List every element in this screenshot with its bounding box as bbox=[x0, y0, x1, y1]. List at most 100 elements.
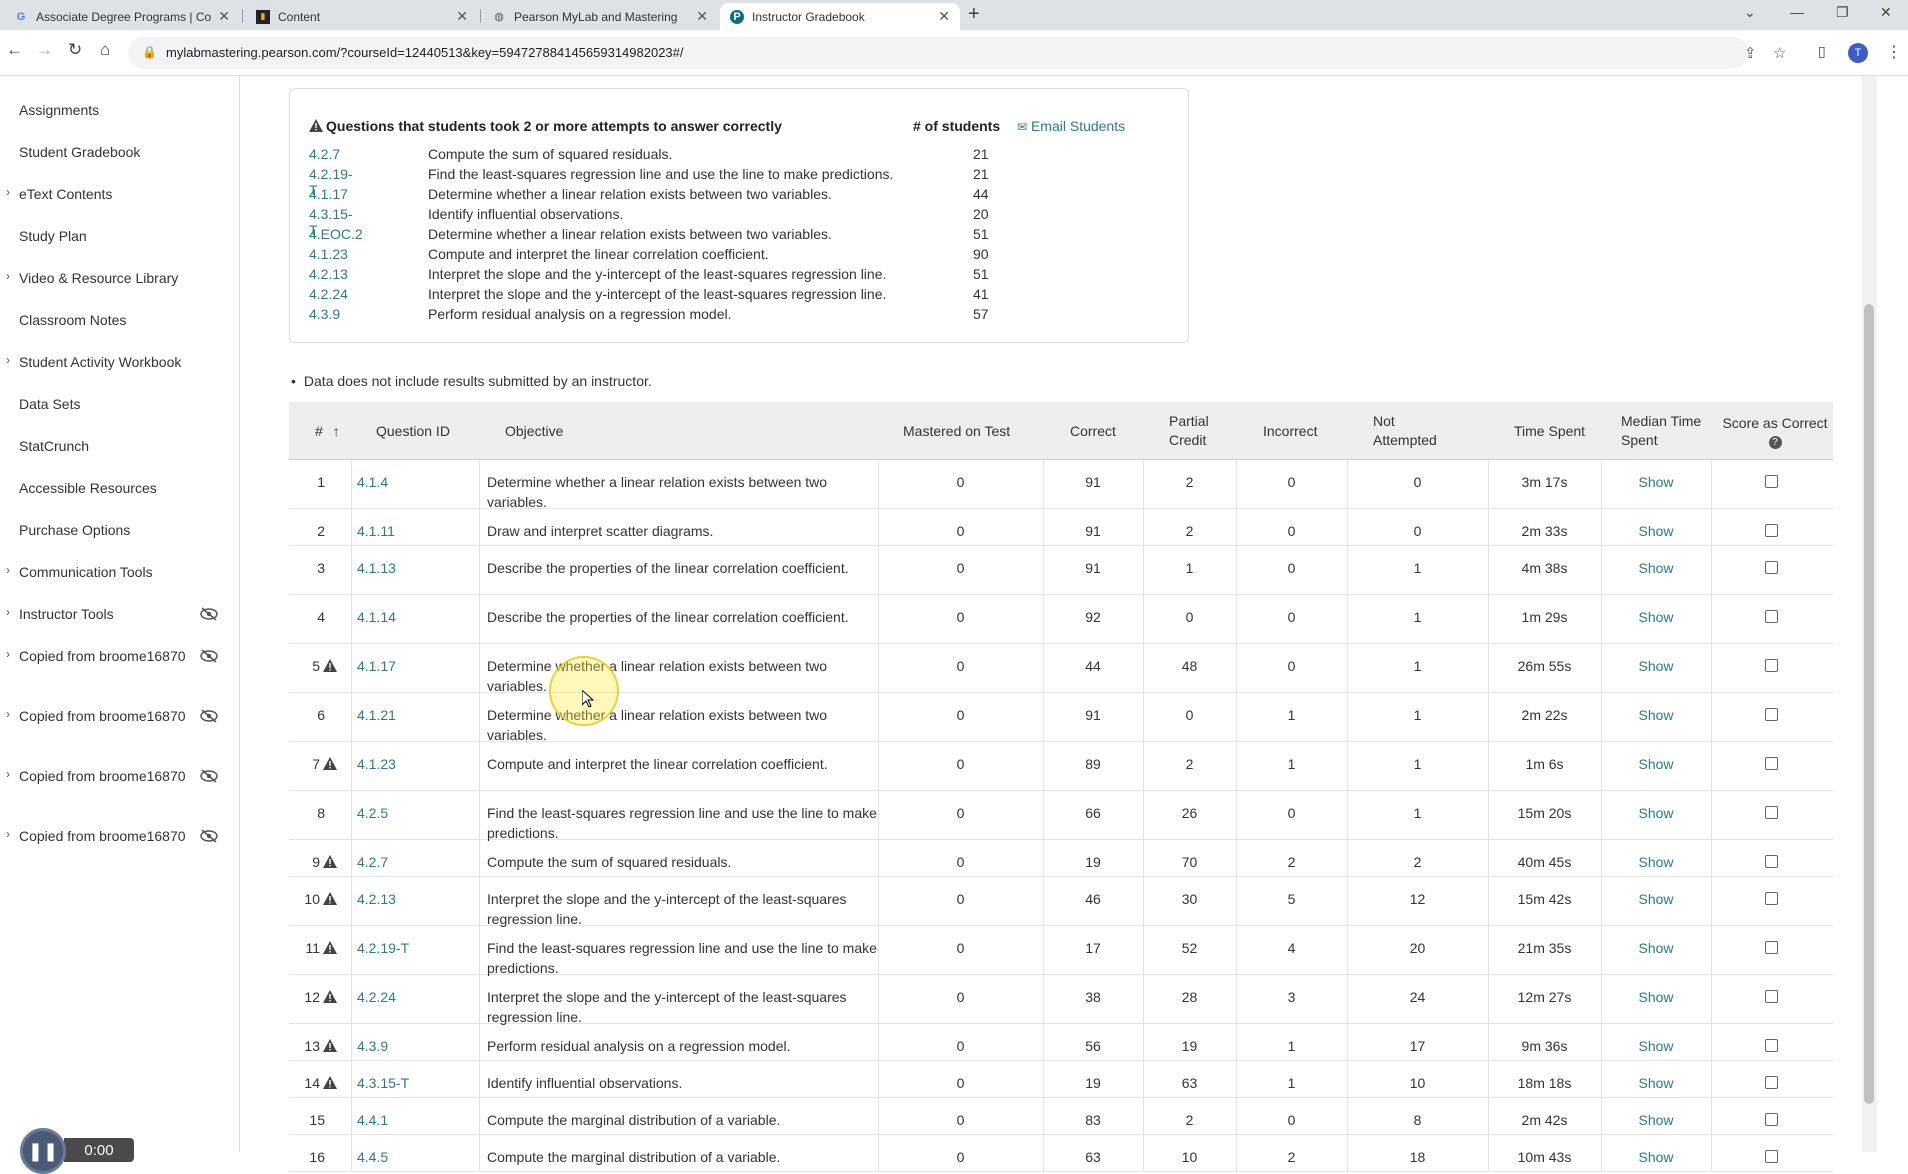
score-as-correct-checkbox[interactable] bbox=[1765, 1039, 1778, 1052]
question-id-link[interactable]: 4.1.13 bbox=[357, 558, 396, 578]
eye-slash-icon[interactable] bbox=[200, 649, 218, 663]
question-id-link[interactable]: 4.1.14 bbox=[357, 607, 396, 627]
eye-slash-icon[interactable] bbox=[200, 709, 218, 723]
address-bar[interactable]: 🔒 mylabmastering.pearson.com/?courseId=1… bbox=[128, 37, 1786, 69]
show-median-link[interactable]: Show bbox=[1601, 754, 1711, 774]
reload-icon[interactable]: ↻ bbox=[68, 40, 82, 60]
question-id-link[interactable]: 4.4.1 bbox=[357, 1110, 388, 1130]
score-as-correct-checkbox[interactable] bbox=[1765, 561, 1778, 574]
score-as-correct-checkbox[interactable] bbox=[1765, 475, 1778, 488]
new-tab-icon[interactable]: + bbox=[968, 3, 980, 26]
chevron-right-icon[interactable]: › bbox=[6, 185, 10, 199]
summary-question-link[interactable]: 4.2.13 bbox=[309, 266, 348, 282]
more-menu-icon[interactable]: ⋮ bbox=[1886, 42, 1902, 62]
question-id-link[interactable]: 4.1.21 bbox=[357, 705, 396, 725]
side-panel-icon[interactable]: ▯ bbox=[1818, 43, 1826, 60]
chevron-right-icon[interactable]: › bbox=[6, 767, 10, 781]
show-median-link[interactable]: Show bbox=[1601, 889, 1711, 909]
score-as-correct-checkbox[interactable] bbox=[1765, 524, 1778, 537]
browser-tab-gradebook[interactable]: P Instructor Gradebook ✕ bbox=[720, 3, 960, 30]
show-median-link[interactable]: Show bbox=[1601, 852, 1711, 872]
score-as-correct-checkbox[interactable] bbox=[1765, 659, 1778, 672]
forward-icon[interactable]: → bbox=[36, 40, 53, 60]
question-id-link[interactable]: 4.2.24 bbox=[357, 987, 396, 1007]
email-students-link[interactable]: ✉ Email Students bbox=[1017, 118, 1125, 134]
show-median-link[interactable]: Show bbox=[1601, 1036, 1711, 1056]
show-median-link[interactable]: Show bbox=[1601, 1110, 1711, 1130]
lock-icon: 🔒 bbox=[142, 45, 157, 59]
question-id-link[interactable]: 4.2.7 bbox=[357, 852, 388, 872]
help-icon[interactable]: ? bbox=[1768, 435, 1782, 449]
browser-tab-associate[interactable]: G Associate Degree Programs | Co ✕ bbox=[4, 3, 240, 30]
scrollbar-thumb[interactable] bbox=[1864, 304, 1874, 1104]
show-median-link[interactable]: Show bbox=[1601, 938, 1711, 958]
score-as-correct-checkbox[interactable] bbox=[1765, 941, 1778, 954]
show-median-link[interactable]: Show bbox=[1601, 472, 1711, 492]
chevron-right-icon[interactable]: › bbox=[6, 827, 10, 841]
col-number[interactable]: # ↑ bbox=[315, 402, 340, 460]
chevron-right-icon[interactable]: › bbox=[6, 269, 10, 283]
close-icon[interactable]: ✕ bbox=[218, 8, 230, 25]
show-median-link[interactable]: Show bbox=[1601, 1147, 1711, 1167]
eye-slash-icon[interactable] bbox=[200, 829, 218, 843]
eye-slash-icon[interactable] bbox=[200, 769, 218, 783]
question-id-link[interactable]: 4.2.19-T bbox=[357, 938, 409, 958]
star-icon[interactable]: ☆ bbox=[1773, 44, 1786, 62]
close-icon[interactable]: ✕ bbox=[696, 8, 708, 25]
close-window-icon[interactable]: ✕ bbox=[1880, 4, 1892, 21]
chevron-right-icon[interactable]: › bbox=[6, 707, 10, 721]
sort-ascending-icon[interactable]: ↑ bbox=[333, 422, 340, 441]
question-id-link[interactable]: 4.3.15-T bbox=[357, 1073, 409, 1093]
page-scrollbar[interactable] bbox=[1862, 76, 1877, 1152]
browser-tab-pearson[interactable]: ◍ Pearson MyLab and Mastering ✕ bbox=[482, 3, 718, 30]
share-icon[interactable]: ⇪ bbox=[1744, 44, 1757, 62]
score-as-correct-checkbox[interactable] bbox=[1765, 610, 1778, 623]
sidebar-item-label: Data Sets bbox=[19, 396, 81, 412]
chevron-down-icon[interactable]: ⌄ bbox=[1744, 4, 1756, 21]
question-id-link[interactable]: 4.1.23 bbox=[357, 754, 396, 774]
summary-question-link[interactable]: 4.2.24 bbox=[309, 286, 348, 302]
restore-icon[interactable]: ❐ bbox=[1836, 4, 1849, 21]
avatar[interactable]: T bbox=[1848, 43, 1868, 63]
score-as-correct-checkbox[interactable] bbox=[1765, 806, 1778, 819]
score-as-correct-checkbox[interactable] bbox=[1765, 855, 1778, 868]
question-id-link[interactable]: 4.4.5 bbox=[357, 1147, 388, 1167]
question-id-link[interactable]: 4.2.5 bbox=[357, 803, 388, 823]
show-median-link[interactable]: Show bbox=[1601, 558, 1711, 578]
score-as-correct-checkbox[interactable] bbox=[1765, 990, 1778, 1003]
home-icon[interactable]: ⌂ bbox=[100, 40, 110, 60]
question-id-link[interactable]: 4.1.4 bbox=[357, 472, 388, 492]
back-icon[interactable]: ← bbox=[6, 40, 23, 60]
question-id-link[interactable]: 4.2.13 bbox=[357, 889, 396, 909]
show-median-link[interactable]: Show bbox=[1601, 1073, 1711, 1093]
minimize-icon[interactable]: — bbox=[1790, 4, 1804, 20]
close-icon[interactable]: ✕ bbox=[456, 8, 468, 25]
score-as-correct-checkbox[interactable] bbox=[1765, 757, 1778, 770]
browser-tab-content[interactable]: ▮ Content ✕ bbox=[246, 3, 478, 30]
chevron-right-icon[interactable]: › bbox=[6, 563, 10, 577]
score-as-correct-checkbox[interactable] bbox=[1765, 1076, 1778, 1089]
show-median-link[interactable]: Show bbox=[1601, 987, 1711, 1007]
chevron-right-icon[interactable]: › bbox=[6, 353, 10, 367]
chevron-right-icon[interactable]: › bbox=[6, 605, 10, 619]
summary-question-link[interactable]: 4.2.7 bbox=[309, 146, 340, 162]
summary-question-link[interactable]: 4.1.17 bbox=[309, 186, 348, 202]
summary-question-link[interactable]: 4.EOC.2 bbox=[309, 226, 363, 242]
question-id-link[interactable]: 4.1.17 bbox=[357, 656, 396, 676]
summary-question-link[interactable]: 4.3.9 bbox=[309, 306, 340, 322]
score-as-correct-checkbox[interactable] bbox=[1765, 1113, 1778, 1126]
score-as-correct-checkbox[interactable] bbox=[1765, 708, 1778, 721]
show-median-link[interactable]: Show bbox=[1601, 607, 1711, 627]
show-median-link[interactable]: Show bbox=[1601, 803, 1711, 823]
close-icon[interactable]: ✕ bbox=[938, 8, 950, 25]
eye-slash-icon[interactable] bbox=[200, 607, 218, 621]
chevron-right-icon[interactable]: › bbox=[6, 647, 10, 661]
summary-question-link[interactable]: 4.1.23 bbox=[309, 246, 348, 262]
pause-button[interactable]: ❚❚ bbox=[20, 1128, 66, 1174]
show-median-link[interactable]: Show bbox=[1601, 656, 1711, 676]
score-as-correct-checkbox[interactable] bbox=[1765, 892, 1778, 905]
show-median-link[interactable]: Show bbox=[1601, 521, 1711, 541]
question-id-link[interactable]: 4.3.9 bbox=[357, 1036, 388, 1056]
show-median-link[interactable]: Show bbox=[1601, 705, 1711, 725]
question-id-link[interactable]: 4.1.11 bbox=[357, 521, 395, 541]
